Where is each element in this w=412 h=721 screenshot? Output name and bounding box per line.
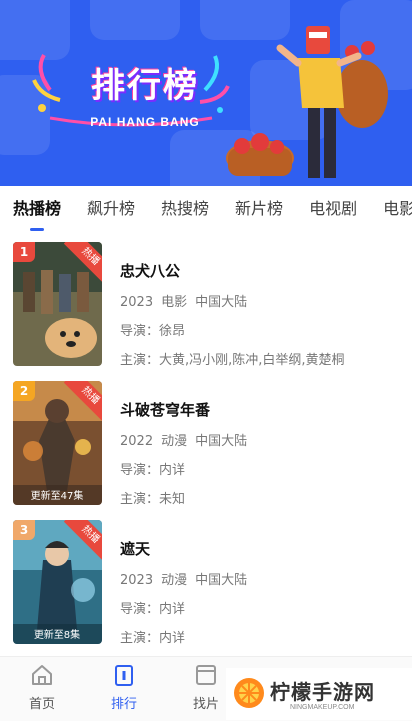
home-icon: [32, 665, 52, 685]
item-meta: 2022 动漫 中国大陆: [120, 430, 400, 449]
item-cast: 主演：内详: [120, 631, 186, 646]
nav-ranking[interactable]: 排行: [94, 663, 154, 712]
tab-hot-play[interactable]: 热播榜: [0, 189, 74, 231]
watermark-text: 柠檬手游网: [270, 680, 375, 704]
item-region: 中国大陆: [195, 434, 248, 449]
ranking-icon: [115, 665, 133, 686]
item-type: 电影: [161, 295, 188, 310]
item-cast: 主演：未知: [120, 492, 186, 507]
site-watermark: 柠檬手游网 NINGMAKEUP.COM: [226, 668, 412, 720]
item-director: 导演：内详: [120, 602, 186, 617]
poster-caption: 更新至8集: [34, 628, 80, 641]
item-title[interactable]: 忠犬八公: [120, 260, 400, 281]
item-cast: 主演：大黄,冯小刚,陈冲,白举纲,黄楚桐: [120, 353, 345, 368]
item-title[interactable]: 斗破苍穹年番: [120, 399, 400, 420]
category-tabs: 热播榜 飙升榜 热搜榜 新片榜 电视剧 电影: [0, 186, 412, 232]
poster-image[interactable]: 1 热播: [13, 242, 102, 366]
banner-title: 排行榜 PAI HANG BANG: [60, 58, 230, 129]
item-region: 中国大陆: [195, 573, 248, 588]
item-director: 导演：徐昂: [120, 324, 186, 339]
item-director: 导演：内详: [120, 463, 186, 478]
nav-home-label: 首页: [28, 697, 55, 712]
lemon-logo-icon: [234, 678, 264, 708]
poster-image[interactable]: 更新至47集 2 热播: [13, 381, 102, 505]
tab-hot-search[interactable]: 热搜榜: [148, 189, 222, 229]
ranking-banner: 排行榜 PAI HANG BANG: [0, 0, 412, 186]
list-item[interactable]: 1 热播 忠犬八公 2023 电影 中国大陆 导演：徐昂 主演：大黄,冯小刚,陈冲,…: [0, 242, 412, 368]
banner-title-cn: 排行榜: [91, 66, 199, 106]
tab-rising[interactable]: 飙升榜: [74, 189, 148, 229]
poster-image[interactable]: 更新至8集 3 热播: [13, 520, 102, 644]
tab-tv-series[interactable]: 电视剧: [296, 189, 370, 229]
rank-badge: 2: [13, 381, 35, 401]
item-year: 2023: [120, 573, 154, 588]
nav-home[interactable]: 首页: [12, 663, 72, 712]
item-year: 2023: [120, 295, 154, 310]
find-icon: [196, 665, 216, 685]
watermark-url: NINGMAKEUP.COM: [290, 704, 355, 711]
poster-caption: 更新至47集: [31, 489, 84, 502]
nav-ranking-label: 排行: [110, 697, 137, 712]
item-meta: 2023 电影 中国大陆: [120, 291, 400, 310]
rank-badge: 1: [13, 242, 35, 262]
banner-title-en: PAI HANG BANG: [90, 115, 200, 129]
item-type: 动漫: [161, 573, 188, 588]
rank-badge: 3: [13, 520, 35, 540]
item-region: 中国大陆: [195, 295, 248, 310]
item-title[interactable]: 遮天: [120, 538, 400, 559]
list-item[interactable]: 更新至47集 2 热播 斗破苍穹年番 2022 动漫 中国大陆 导演：内详 主演：未…: [0, 381, 412, 507]
tab-movie[interactable]: 电影: [370, 189, 412, 229]
item-type: 动漫: [161, 434, 188, 449]
list-item[interactable]: 更新至8集 3 热播 遮天 2023 动漫 中国大陆 导演：内详 主演：内详: [0, 520, 412, 646]
item-year: 2022: [120, 434, 154, 449]
item-meta: 2023 动漫 中国大陆: [120, 569, 400, 588]
character-illustration: [226, 26, 388, 178]
tab-new-release[interactable]: 新片榜: [222, 189, 296, 229]
